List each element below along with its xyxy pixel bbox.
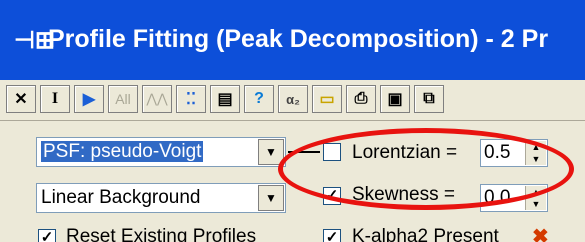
marks-button[interactable]: ⁚⁚	[176, 85, 206, 113]
alpha-button[interactable]: α₂	[278, 85, 308, 113]
window-title: Profile Fitting (Peak Decomposition) - 2…	[48, 25, 549, 53]
title-bar[interactable]: ⊣⊞ Profile Fitting (Peak Decomposition) …	[0, 0, 585, 80]
copy-button[interactable]: ⧉	[414, 85, 444, 113]
reset-profiles-checkbox[interactable]: ✓	[38, 229, 56, 242]
save-button[interactable]: ▣	[380, 85, 410, 113]
print-button[interactable]: ⎙	[346, 85, 376, 113]
kalpha2-checkbox[interactable]: ✓	[323, 229, 341, 242]
panel-button[interactable]: ▤	[210, 85, 240, 113]
reset-profiles-label: Reset Existing Profiles	[66, 226, 257, 242]
help-button[interactable]: ?	[244, 85, 274, 113]
toolbar: ✕ I ▶ All ⋀⋀ ⁚⁚ ▤ ? α₂ ▭ ⎙ ▣ ⧉	[0, 80, 585, 121]
background-select[interactable]: Linear Background ▼	[36, 183, 286, 213]
all-button[interactable]: All	[108, 85, 138, 113]
peaks-button[interactable]: ⋀⋀	[142, 85, 172, 113]
psf-select-value: PSF: pseudo-Voigt	[41, 141, 204, 162]
warning-icon[interactable]: ✖	[532, 224, 549, 242]
highlight-ellipse	[278, 128, 574, 210]
cursor-button[interactable]: I	[40, 85, 70, 113]
chevron-down-icon[interactable]: ▼	[258, 185, 284, 211]
play-button[interactable]: ▶	[74, 85, 104, 113]
kalpha2-label: K-alpha2 Present	[352, 226, 499, 242]
profile-fitting-window: ⊣⊞ Profile Fitting (Peak Decomposition) …	[0, 0, 585, 242]
background-select-value: Linear Background	[41, 187, 201, 208]
close-x-button[interactable]: ✕	[6, 85, 36, 113]
folder-button[interactable]: ▭	[312, 85, 342, 113]
psf-select[interactable]: PSF: pseudo-Voigt ▼	[36, 137, 286, 167]
